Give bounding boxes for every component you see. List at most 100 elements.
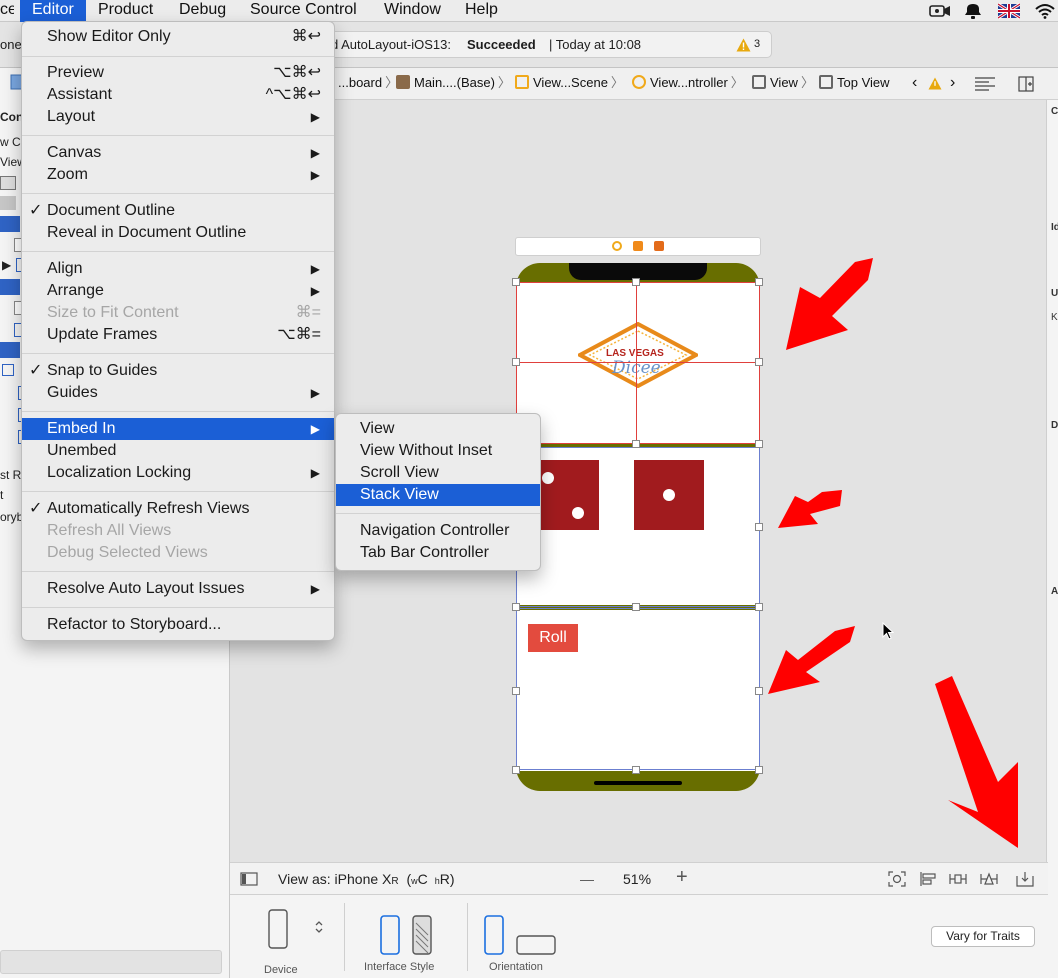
submenu-item-view-without-inset[interactable]: View Without Inset: [336, 440, 540, 462]
menu-item-resolve-auto-layout-issues[interactable]: Resolve Auto Layout Issues ▶: [22, 578, 334, 600]
chevron-right-icon[interactable]: ›: [950, 74, 955, 92]
resize-handle[interactable]: [755, 603, 763, 611]
menu-item-reveal-in-document-outline[interactable]: Reveal in Document Outline: [22, 222, 334, 244]
menu-item-layout[interactable]: Layout ▶: [22, 106, 334, 128]
align-icon[interactable]: [919, 871, 937, 887]
resize-handle[interactable]: [755, 358, 763, 366]
nav-row-selected-1[interactable]: [0, 216, 20, 232]
menu-item-unembed[interactable]: Unembed: [22, 440, 334, 462]
resolve-issues-icon[interactable]: [980, 871, 998, 887]
menu-item-canvas[interactable]: Canvas ▶: [22, 142, 334, 164]
chevron-left-icon[interactable]: ‹: [912, 74, 917, 92]
zoom-level[interactable]: 51%: [623, 871, 651, 887]
crumb-top-view[interactable]: Top View: [819, 74, 890, 92]
menu-item-embed-in[interactable]: Embed In ▶: [22, 418, 334, 440]
add-editor-icon[interactable]: [1018, 76, 1034, 92]
menu-item-document-outline[interactable]: ✓ Document Outline: [22, 200, 334, 222]
submenu-item-navigation-controller[interactable]: Navigation Controller: [336, 520, 540, 542]
menu-item-shortcut: ⌘↩: [291, 28, 321, 45]
menu-item-zoom[interactable]: Zoom ▶: [22, 164, 334, 186]
roll-button[interactable]: Roll: [528, 624, 578, 652]
device-stepper-icon[interactable]: [314, 919, 324, 935]
menubar-item-source-control[interactable]: Source Control: [250, 0, 357, 22]
zoom-in-button[interactable]: +: [676, 866, 688, 889]
jumpbar-warning-icon[interactable]: [928, 77, 942, 90]
menubar-item-product[interactable]: Product: [98, 0, 153, 22]
resize-handle[interactable]: [632, 278, 640, 286]
scene-dock[interactable]: [515, 237, 761, 256]
menu-item-automatically-refresh-views[interactable]: ✓ Automatically Refresh Views: [22, 498, 334, 520]
landscape-orientation-icon[interactable]: [516, 935, 556, 955]
menu-item-refactor-to-storyboard[interactable]: Refactor to Storyboard...: [22, 614, 334, 636]
resize-handle[interactable]: [512, 358, 520, 366]
crumb-view[interactable]: View 〉: [752, 74, 814, 92]
document-outline-toggle-icon[interactable]: [240, 872, 258, 886]
resize-handle[interactable]: [632, 766, 640, 774]
menubar-item-debug[interactable]: Debug: [179, 0, 226, 22]
menu-item-show-editor-only[interactable]: Show Editor Only ⌘↩: [22, 26, 334, 48]
resize-handle[interactable]: [632, 603, 640, 611]
navigator-filter-field[interactable]: [0, 950, 222, 974]
resize-handle[interactable]: [512, 278, 520, 286]
warning-icon[interactable]: [736, 38, 751, 52]
menu-item-snap-to-guides[interactable]: ✓ Snap to Guides: [22, 360, 334, 382]
resize-handle[interactable]: [755, 440, 763, 448]
vary-for-traits-button[interactable]: Vary for Traits: [931, 926, 1035, 947]
menu-item-guides[interactable]: Guides ▶: [22, 382, 334, 404]
menu-item-assistant[interactable]: Assistant ^⌥⌘↩: [22, 84, 334, 106]
submenu-item-scroll-view[interactable]: Scroll View: [336, 462, 540, 484]
update-frames-icon[interactable]: [888, 871, 906, 887]
menubar-item-window[interactable]: Window: [384, 0, 441, 22]
submenu-item-view[interactable]: View: [336, 418, 540, 440]
menu-item-align[interactable]: Align ▶: [22, 258, 334, 280]
menu-item-update-frames[interactable]: Update Frames ⌥⌘=: [22, 324, 334, 346]
menubar-item-help[interactable]: Help: [465, 0, 498, 22]
crumb-main[interactable]: Main....(Base) 〉: [396, 74, 511, 92]
nav-row-selected-2[interactable]: [0, 279, 20, 295]
nav-disclosure-arrow[interactable]: ▶: [2, 258, 11, 272]
resize-handle[interactable]: [755, 687, 763, 695]
menubar-item-editor[interactable]: Editor: [20, 0, 86, 22]
nav-button-icon[interactable]: [2, 364, 14, 376]
menubar-item-file-fragment[interactable]: ce: [0, 0, 14, 22]
wifi-icon[interactable]: [1034, 3, 1056, 19]
nav-image-icon[interactable]: [0, 196, 16, 210]
dock-view-controller-icon[interactable]: [612, 241, 622, 251]
flag-uk-icon[interactable]: [998, 3, 1020, 19]
menu-item-localization-locking[interactable]: Localization Locking ▶: [22, 462, 334, 484]
screen-record-icon[interactable]: [929, 3, 951, 19]
crumb-view-controller[interactable]: View...ntroller 〉: [632, 74, 744, 92]
submenu-arrow-icon: ▶: [310, 284, 320, 298]
portrait-orientation-icon[interactable]: [484, 915, 504, 955]
right-dice[interactable]: [634, 460, 704, 530]
notification-icon[interactable]: [962, 3, 984, 19]
resize-handle[interactable]: [512, 687, 520, 695]
submenu-item-stack-view[interactable]: Stack View: [336, 484, 540, 506]
menu-item-preview[interactable]: Preview ⌥⌘↩: [22, 62, 334, 84]
device-phone-icon[interactable]: [268, 909, 288, 949]
embed-in-stack-icon[interactable]: [1016, 871, 1034, 887]
dock-exit-icon[interactable]: [654, 241, 664, 251]
add-constraints-icon[interactable]: [949, 871, 967, 887]
resize-handle[interactable]: [512, 766, 520, 774]
resize-handle[interactable]: [755, 523, 763, 531]
menu-item-arrange[interactable]: Arrange ▶: [22, 280, 334, 302]
submenu-item-tab-bar-controller[interactable]: Tab Bar Controller: [336, 542, 540, 564]
dark-appearance-icon[interactable]: [412, 915, 432, 955]
menu-separator: [22, 135, 334, 136]
crumb-storyboard[interactable]: ...board 〉: [338, 74, 398, 92]
editor-options-icon[interactable]: [975, 77, 995, 91]
scheme-fragment[interactable]: one: [0, 37, 22, 52]
resize-handle[interactable]: [755, 278, 763, 286]
view-as-button[interactable]: View as: iPhone XR (wC hR): [278, 871, 455, 887]
crumb-scene[interactable]: View...Scene 〉: [515, 74, 624, 92]
light-appearance-icon[interactable]: [380, 915, 400, 955]
resize-handle[interactable]: [755, 766, 763, 774]
dock-first-responder-icon[interactable]: [633, 241, 643, 251]
nav-row-selected-3[interactable]: [0, 342, 20, 358]
zoom-out-button[interactable]: —: [580, 871, 594, 887]
top-view-selection[interactable]: [516, 282, 760, 444]
nav-scene-icon[interactable]: [0, 176, 16, 190]
resize-handle[interactable]: [632, 440, 640, 448]
resize-handle[interactable]: [512, 603, 520, 611]
